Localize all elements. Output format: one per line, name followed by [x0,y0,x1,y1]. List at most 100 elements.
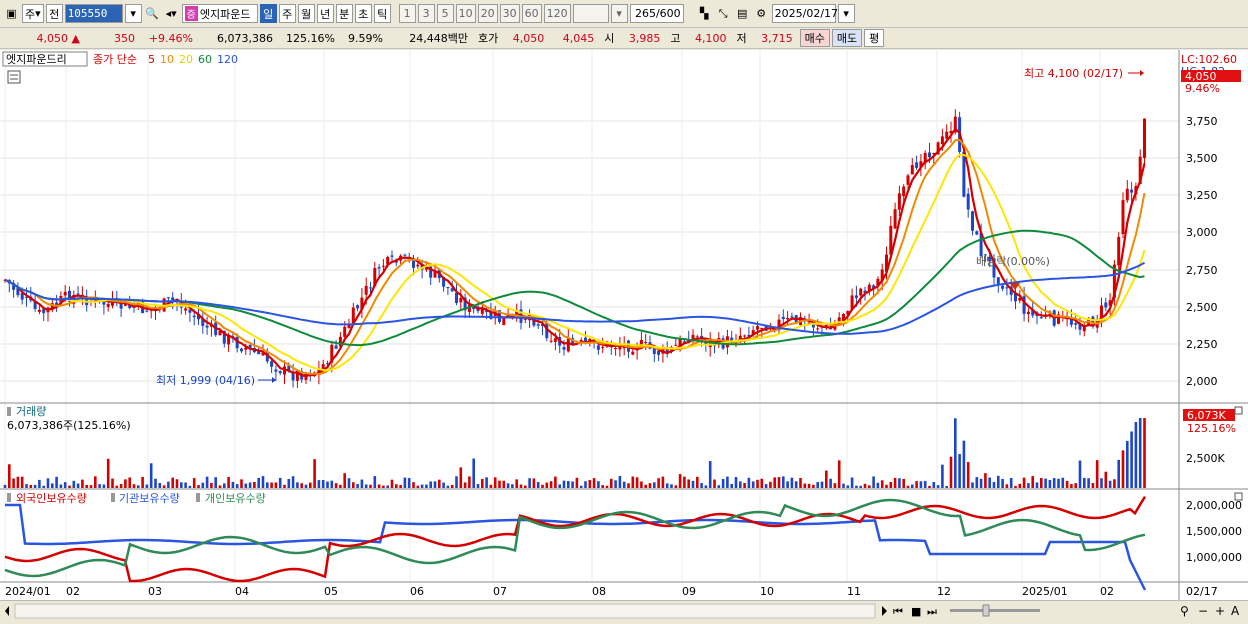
volume-bar [339,484,342,488]
volume-badge-text: 6,073K [1187,409,1226,422]
count-value: 265 [634,7,656,20]
volume-bar [1052,478,1056,488]
volume-bar [463,482,467,488]
volume-bar [128,477,131,488]
prev-button[interactable]: 전 [45,4,63,23]
volume-bar [1091,483,1095,488]
interval-30[interactable]: 30 [499,4,520,23]
interval-3[interactable]: 3 [417,4,435,23]
volume-bar [545,482,549,488]
ma-legend-20: 20 [179,53,193,66]
volume-bar [919,481,923,488]
eval-button[interactable]: 평 [864,29,885,47]
candle-body [1104,302,1108,308]
volume-bar [20,476,24,488]
volume-bar [106,458,110,488]
volume-bar [868,485,871,488]
gear-icon[interactable]: ⚙ [752,4,770,23]
volume-bar [175,479,179,488]
volume-bar [158,482,162,488]
save-icon[interactable]: ▤ [733,4,751,23]
interval-dropdown-icon[interactable]: ▾ [610,4,628,23]
draw-tool-icon[interactable]: ⤡ [714,4,732,23]
stock-chart[interactable]: 엣지파운드리 종가 단순 5 10 20 60 120 최고 4,100 (02… [0,50,1248,600]
volume-bar [825,470,828,488]
volume-bar [446,485,450,488]
volume-bar [984,473,987,488]
first-page-icon[interactable]: ⏮ [893,605,903,618]
buy-button[interactable]: 매수 [799,29,830,47]
interval-custom[interactable] [572,4,609,23]
volume-bar [592,478,596,488]
volume-bar [98,484,101,488]
candle-body [455,292,458,304]
holding-tick-label: 2,000,000 [1186,499,1242,512]
volume-bar [575,477,579,488]
interval-10[interactable]: 10 [455,4,476,23]
volume-bar [29,484,33,488]
scroll-track[interactable] [14,603,876,619]
volume-bar [201,482,205,488]
zoom-out-icon[interactable]: − [1198,604,1208,618]
tab-month[interactable]: 월 [297,4,315,23]
volume-bar [145,484,149,488]
candle-body [334,345,338,349]
last-page-icon[interactable]: ⏭ [927,605,937,618]
interval-1[interactable]: 1 [398,4,416,23]
tab-day[interactable]: 일 [259,4,277,23]
layout-icon[interactable]: ▣ [3,4,20,23]
x-tick-label: 02 [1100,585,1114,598]
tab-minute[interactable]: 분 [335,4,353,23]
count-field[interactable]: 265/600 [629,4,684,23]
quote-label: 호가 [478,32,499,45]
interval-120[interactable]: 120 [543,4,571,23]
search-icon[interactable]: 🔍 [143,4,161,23]
candle-body [63,291,67,296]
interval-5[interactable]: 5 [436,4,454,23]
volume-bar [425,484,428,488]
stock-code-input[interactable]: 105550 [64,4,123,23]
stock-name-field[interactable]: 증 엣지파운드 [181,4,258,23]
volume-bar [850,477,854,488]
scroll-left-icon[interactable] [5,606,9,616]
tab-second[interactable]: 초 [354,4,372,23]
stop-icon[interactable]: ■ [911,605,921,618]
candle-body [1074,323,1078,325]
volume-bar [674,485,678,488]
period-select[interactable]: 주 ▾ [22,4,44,23]
volume-bar [506,483,510,488]
calculator-icon[interactable] [7,70,21,84]
indicator-icon[interactable]: ▚ [695,4,713,23]
zoom-in-icon[interactable]: + [1215,604,1225,618]
scroll-bar[interactable]: ⏮ ■ ⏭ ⚲ − + A [0,600,1248,621]
candle-body [614,347,618,350]
code-dropdown-icon[interactable]: ▾ [124,4,142,23]
volume-bar [799,477,802,488]
date-field[interactable]: 2025/02/17 [771,4,838,23]
font-size-icon[interactable]: A [1231,604,1240,618]
volume-bar [420,484,424,488]
magnifier-icon[interactable]: ⚲ [1180,604,1189,618]
volume-bar [1100,478,1103,488]
current-pct-label: 9.46% [1185,82,1220,95]
tab-tick[interactable]: 틱 [373,4,391,23]
zoom-slider-thumb[interactable] [982,604,990,617]
volume-bar [769,481,772,488]
volume-bar [1078,460,1082,488]
tab-year[interactable]: 년 [316,4,334,23]
volume-bar [244,483,248,488]
interval-20[interactable]: 20 [477,4,498,23]
speaker-icon[interactable]: ◂▾ [162,4,180,23]
tab-week[interactable]: 주 [278,4,296,23]
zoom-slider-track[interactable] [950,609,1040,612]
interval-60[interactable]: 60 [521,4,542,23]
x-tick-label: 03 [148,585,162,598]
volume-bar [407,478,411,488]
volume-pane-close-icon[interactable] [1234,406,1243,415]
date-dropdown-icon[interactable]: ▾ [837,4,855,23]
volume-bar [278,477,282,488]
volume-bar [794,481,798,488]
sell-button[interactable]: 매도 [831,29,863,47]
scroll-right-icon[interactable] [882,606,887,616]
candle-body [270,361,274,367]
